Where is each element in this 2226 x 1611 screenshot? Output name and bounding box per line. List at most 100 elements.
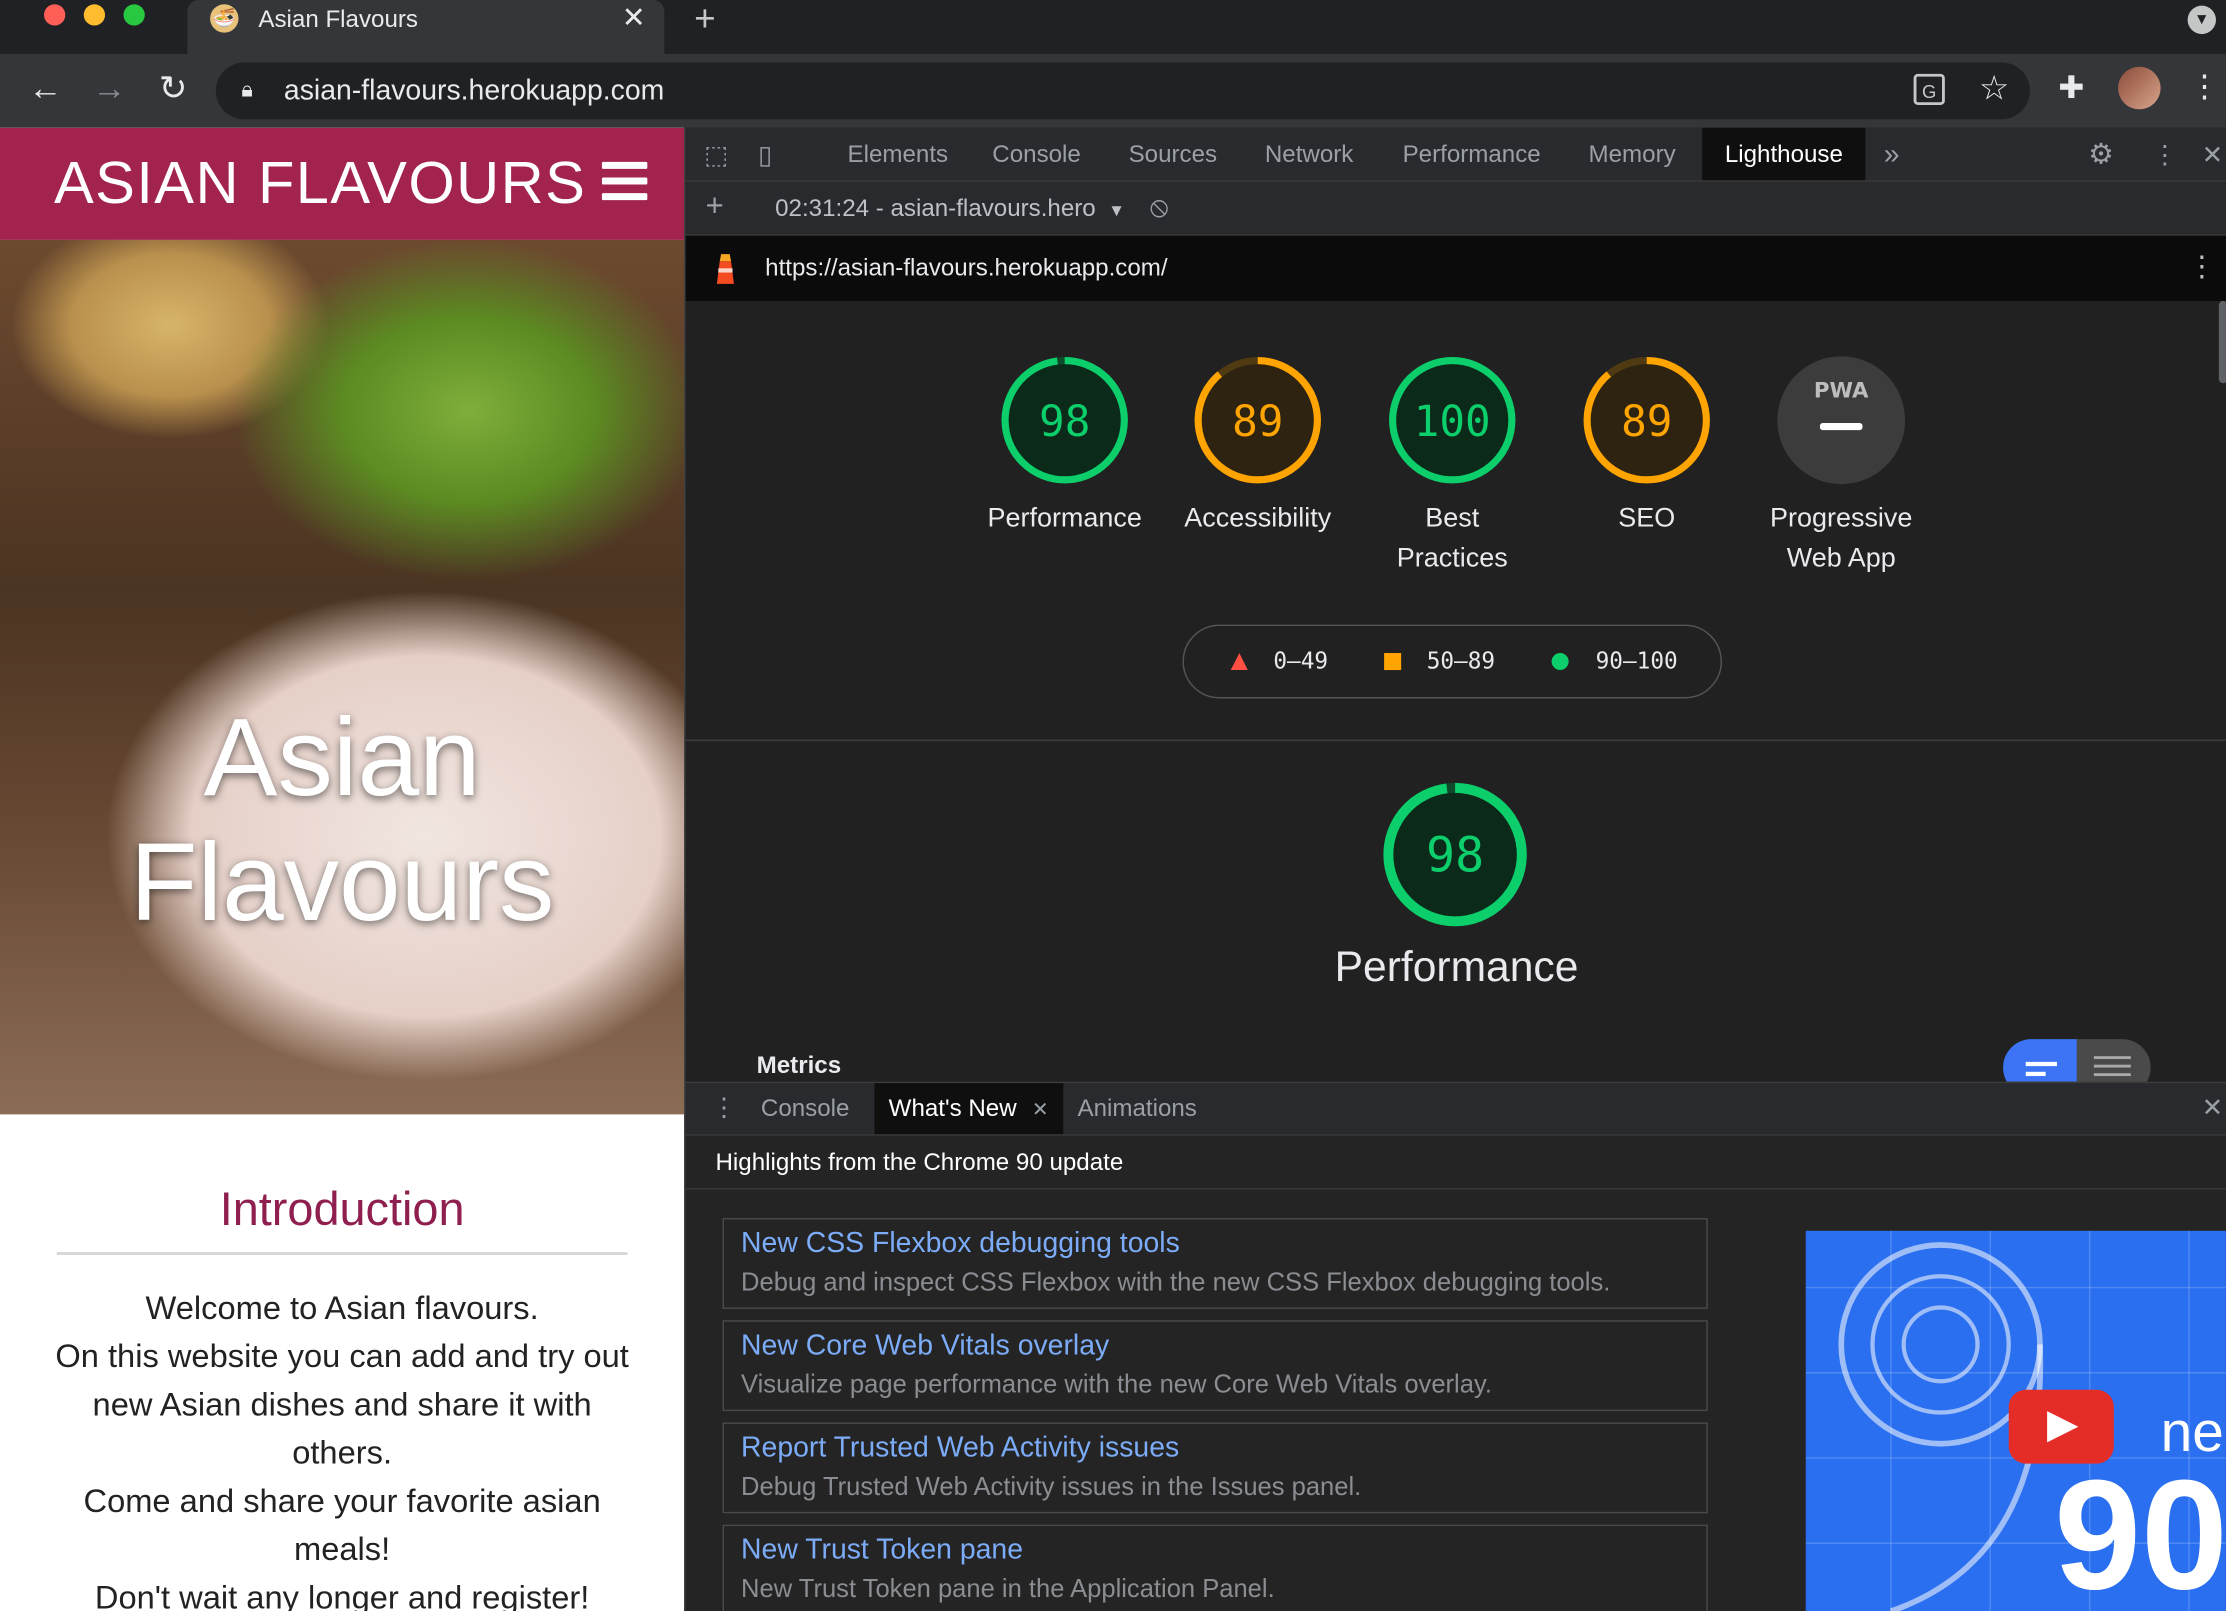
score-value: 100	[1414, 397, 1491, 447]
category-title: Performance	[1334, 944, 1579, 991]
drawer-tab-whats-new[interactable]: What's New ✕	[874, 1083, 1063, 1135]
bookmark-star-icon[interactable]: ☆	[1979, 70, 2010, 110]
report-select[interactable]: 02:31:24 - asian-flavours.hero ▼	[775, 193, 1125, 226]
forward-arrow-icon[interactable]: →	[88, 70, 131, 108]
whats-new-video-thumbnail[interactable]: ne 90	[1805, 1230, 2226, 1611]
tab-elements[interactable]: Elements	[848, 128, 949, 181]
legend-fail-range: 0–49	[1273, 647, 1329, 675]
view-toggle-summary-icon[interactable]	[2003, 1039, 2077, 1082]
browser-tab-strip: 🍜 Asian Flavours ✕ + ▼	[0, 0, 2226, 54]
whats-new-item[interactable]: New Trust Token pane New Trust Token pan…	[722, 1524, 1708, 1611]
score-legend: 0–49 50–89 90–100	[1182, 624, 1722, 699]
drawer-menu-icon[interactable]: ⋮	[711, 1092, 737, 1123]
site-navbar: ASIAN FLAVOURS	[0, 127, 685, 240]
hero-title-line1: Asian	[203, 694, 481, 820]
score-gauge-ring: 89	[1583, 357, 1710, 484]
score-gauge[interactable]: 100 Best Practices	[1367, 355, 1537, 579]
whats-new-item-desc: New Trust Token pane in the Application …	[741, 1574, 1275, 1603]
tab-lighthouse[interactable]: Lighthouse	[1702, 127, 1866, 181]
address-bar[interactable]: 🔒︎ asian-flavours.herokuapp.com G ☆	[215, 62, 2031, 120]
score-gauge[interactable]: 98 Performance	[980, 355, 1150, 540]
score-label-line2: Web App	[1786, 543, 1896, 574]
intro-divider	[56, 1252, 628, 1255]
tab-close-icon[interactable]: ✕	[622, 3, 646, 34]
tab-console[interactable]: Console	[992, 128, 1081, 181]
pwa-badge-icon: PWA	[1777, 356, 1906, 485]
whats-new-body: New CSS Flexbox debugging tools Debug an…	[685, 1189, 2226, 1611]
new-report-plus-icon[interactable]: +	[706, 190, 724, 221]
minimize-window-button[interactable]	[83, 4, 106, 26]
performance-score-gauge[interactable]: 98	[1381, 781, 1529, 929]
intro-line: Don't wait any longer and register!	[94, 1578, 590, 1611]
close-drawer-tab-icon[interactable]: ✕	[1032, 1097, 1049, 1120]
whats-new-item[interactable]: Report Trusted Web Activity issues Debug…	[722, 1422, 1708, 1514]
whats-new-header: Highlights from the Chrome 90 update	[685, 1135, 2226, 1190]
new-tab-icon[interactable]: +	[694, 0, 716, 37]
whats-new-item[interactable]: New CSS Flexbox debugging tools Debug an…	[722, 1218, 1708, 1309]
whats-new-item[interactable]: New Core Web Vitals overlay Visualize pa…	[722, 1320, 1708, 1412]
translate-icon[interactable]: G	[1913, 73, 1945, 106]
tab-search-icon[interactable]: ▼	[2187, 5, 2216, 35]
hamburger-menu-icon[interactable]	[601, 161, 648, 202]
video-caption-version: 90	[2054, 1447, 2226, 1611]
report-scrollbar[interactable]	[2218, 300, 2226, 384]
whats-new-item-title[interactable]: Report Trusted Web Activity issues	[741, 1430, 1179, 1467]
extensions-puzzle-icon[interactable]: ✚	[2058, 70, 2084, 107]
clear-reports-icon[interactable]: ⦸	[1150, 192, 1169, 223]
whats-new-item-title[interactable]: New Trust Token pane	[741, 1532, 1023, 1569]
site-logo[interactable]: ASIAN FLAVOURS	[54, 148, 586, 219]
legend-average-range: 50–89	[1426, 647, 1496, 675]
view-toggle-list-icon[interactable]	[2076, 1039, 2151, 1082]
website-viewport: ASIAN FLAVOURS Asian Flavours Introducti…	[0, 127, 685, 1611]
score-gauge[interactable]: 89 SEO	[1562, 355, 1732, 540]
score-gauge-ring: 89	[1194, 357, 1321, 484]
metrics-view-toggle[interactable]	[2003, 1039, 2151, 1082]
maximize-window-button[interactable]	[123, 4, 145, 26]
more-tabs-chevron-icon[interactable]: »	[1884, 139, 1900, 170]
score-gauge[interactable]: 89 Accessibility	[1173, 355, 1343, 540]
lighthouse-report: 98 Performance 89 Accessibility 100 Best Pract…	[685, 300, 2226, 1082]
score-gauge-ring: 100	[1389, 357, 1516, 484]
whats-new-item-desc: Debug Trusted Web Activity issues in the…	[741, 1472, 1362, 1501]
score-value: 89	[1621, 397, 1672, 447]
browser-tab[interactable]: 🍜 Asian Flavours ✕	[187, 0, 665, 54]
address-bar-url[interactable]: asian-flavours.herokuapp.com	[284, 74, 664, 108]
browser-toolbar: ← → ↻ 🔒︎ asian-flavours.herokuapp.com G …	[0, 53, 2226, 128]
settings-gear-icon[interactable]: ⚙	[2088, 139, 2113, 170]
legend-average-square-icon	[1384, 653, 1402, 671]
score-value: 98	[1039, 397, 1090, 447]
browser-menu-icon[interactable]: ⋮	[2189, 67, 2220, 107]
score-label-line1: SEO	[1618, 503, 1676, 534]
score-label-line1: Progressive	[1769, 503, 1913, 534]
hero-image: Asian Flavours	[0, 239, 685, 1115]
score-gauge[interactable]: PWA Progressive Web App	[1756, 355, 1926, 579]
tab-memory[interactable]: Memory	[1589, 128, 1676, 181]
drawer-tab-bar: ⋮ Console What's New ✕ Animations ✕	[685, 1081, 2226, 1136]
devtools-panel: ⬚ ▯ Elements Console Sources Network Per…	[684, 127, 2226, 1611]
drawer-tab-console[interactable]: Console	[761, 1083, 850, 1134]
intro-text: Welcome to Asian flavours. On this websi…	[43, 1283, 642, 1611]
close-window-button[interactable]	[44, 4, 66, 26]
whats-new-item-title[interactable]: New CSS Flexbox debugging tools	[741, 1225, 1180, 1262]
drawer-tab-animations[interactable]: Animations	[1077, 1083, 1196, 1134]
reload-icon[interactable]: ↻	[152, 70, 195, 108]
device-toolbar-icon[interactable]: ▯	[758, 139, 772, 170]
close-devtools-icon[interactable]: ✕	[2202, 139, 2223, 170]
tab-performance[interactable]: Performance	[1403, 128, 1541, 181]
hero-title-line2: Flavours	[129, 819, 555, 945]
report-select-value: 02:31:24 - asian-flavours.hero	[775, 194, 1096, 222]
back-arrow-icon[interactable]: ←	[24, 70, 67, 108]
inspect-element-icon[interactable]: ⬚	[704, 139, 728, 170]
tab-network[interactable]: Network	[1265, 128, 1354, 181]
score-label-line1: Accessibility	[1184, 503, 1332, 534]
whats-new-item-title[interactable]: New Core Web Vitals overlay	[741, 1327, 1109, 1364]
score-label: Performance	[980, 500, 1150, 540]
intro-line: Come and share your favorite asian meals…	[83, 1482, 601, 1568]
report-menu-icon[interactable]: ⋮	[2188, 250, 2216, 284]
tab-favicon-icon: 🍜	[210, 4, 239, 33]
profile-avatar[interactable]	[2118, 66, 2161, 110]
close-drawer-icon[interactable]: ✕	[2202, 1092, 2223, 1123]
lighthouse-report-url[interactable]: https://asian-flavours.herokuapp.com/	[765, 253, 1167, 284]
tab-sources[interactable]: Sources	[1129, 128, 1218, 181]
devtools-menu-icon[interactable]: ⋮	[2152, 139, 2178, 170]
